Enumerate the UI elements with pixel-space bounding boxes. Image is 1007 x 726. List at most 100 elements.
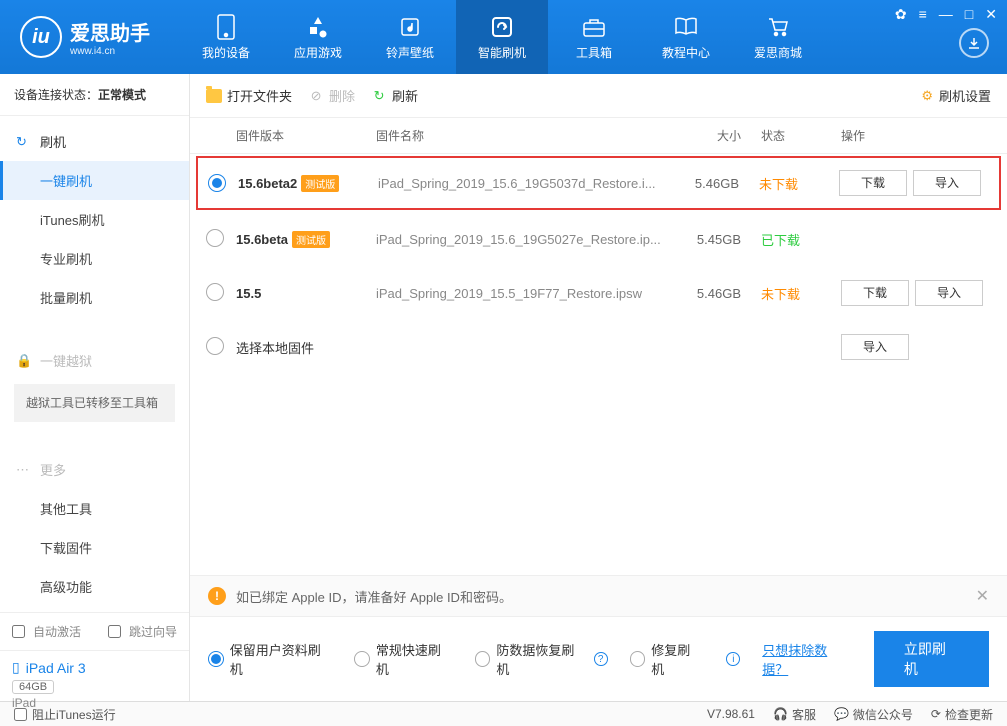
nav-tutorials[interactable]: 教程中心 xyxy=(640,0,732,74)
firmware-size: 5.46GB xyxy=(669,176,739,191)
flash-icon xyxy=(489,14,515,40)
wechat-icon: 💬 xyxy=(834,707,849,721)
refresh-button[interactable]: ↻刷新 xyxy=(371,86,418,105)
sidebar-item-oneclick[interactable]: 一键刷机 xyxy=(0,161,189,200)
main-panel: 打开文件夹 ⊘删除 ↻刷新 ⚙刷机设置 固件版本 固件名称 大小 状态 操作 1… xyxy=(190,74,1007,701)
skin-icon[interactable]: ✿ xyxy=(893,4,909,25)
firmware-version: 15.6beta xyxy=(236,232,288,247)
sidebar-item-other[interactable]: 其他工具 xyxy=(0,489,189,528)
firmware-name: iPad_Spring_2019_15.5_19F77_Restore.ipsw xyxy=(376,286,671,301)
open-folder-button[interactable]: 打开文件夹 xyxy=(206,86,292,105)
sidebar-group-flash[interactable]: ↻刷机 xyxy=(0,122,189,161)
firmware-status: 未下载 xyxy=(739,174,819,193)
flash-settings-button[interactable]: ⚙刷机设置 xyxy=(921,86,991,105)
headset-icon: 🎧 xyxy=(773,707,788,721)
opt-anti-recover[interactable]: 防数据恢复刷机? xyxy=(475,640,608,678)
row-radio[interactable] xyxy=(206,229,224,247)
main-nav: 我的设备 应用游戏 铃声壁纸 智能刷机 工具箱 教程中心 爱思商城 xyxy=(180,0,824,74)
toolbar: 打开文件夹 ⊘删除 ↻刷新 ⚙刷机设置 xyxy=(190,74,1007,118)
table-row[interactable]: 15.6beta 测试版 iPad_Spring_2019_15.6_19G5027… xyxy=(190,212,1007,266)
connection-status: 设备连接状态：正常模式 xyxy=(0,74,189,116)
erase-link[interactable]: 只想抹除数据？ xyxy=(762,640,852,678)
appleid-alert: ! 如已绑定 Apple ID，请准备好 Apple ID和密码。 ✕ xyxy=(190,575,1007,616)
block-itunes-checkbox[interactable] xyxy=(14,708,27,721)
app-name: 爱思助手 xyxy=(70,17,150,46)
app-header: iu 爱思助手 www.i4.cn 我的设备 应用游戏 铃声壁纸 智能刷机 工具… xyxy=(0,0,1007,74)
download-indicator[interactable] xyxy=(959,28,989,58)
download-button[interactable]: 下载 xyxy=(839,170,907,196)
app-site: www.i4.cn xyxy=(70,46,150,57)
device-icon xyxy=(213,14,239,40)
logo-icon: iu xyxy=(20,16,62,58)
sidebar-item-download[interactable]: 下载固件 xyxy=(0,528,189,567)
tablet-icon: ▯ xyxy=(12,659,20,676)
firmware-status: 未下载 xyxy=(741,284,821,303)
sync-icon: ↻ xyxy=(16,134,32,150)
opt-normal[interactable]: 常规快速刷机 xyxy=(354,640,452,678)
sidebar-item-batch[interactable]: 批量刷机 xyxy=(0,278,189,317)
wechat-button[interactable]: 💬微信公众号 xyxy=(834,706,913,723)
beta-badge: 测试版 xyxy=(301,175,339,192)
firmware-size: 5.46GB xyxy=(671,286,741,301)
firmware-table: 15.6beta2 测试版 iPad_Spring_2019_15.6_19G503… xyxy=(190,154,1007,320)
nav-flash[interactable]: 智能刷机 xyxy=(456,0,548,74)
delete-button[interactable]: ⊘删除 xyxy=(308,86,355,105)
support-button[interactable]: 🎧客服 xyxy=(773,706,816,723)
local-radio[interactable] xyxy=(206,337,224,355)
auto-activate-row: 自动激活 跳过向导 xyxy=(0,612,189,650)
cart-icon xyxy=(765,14,791,40)
auto-activate-checkbox[interactable] xyxy=(12,625,25,638)
nav-my-device[interactable]: 我的设备 xyxy=(180,0,272,74)
info-icon[interactable]: i xyxy=(726,652,740,666)
sidebar-item-itunes[interactable]: iTunes刷机 xyxy=(0,200,189,239)
delete-icon: ⊘ xyxy=(308,88,324,104)
nav-store[interactable]: 爱思商城 xyxy=(732,0,824,74)
sidebar-group-more[interactable]: ⋯更多 xyxy=(0,450,189,489)
toolbox-icon xyxy=(581,14,607,40)
gear-icon: ⚙ xyxy=(921,88,933,104)
firmware-version: 15.6beta2 xyxy=(238,176,297,191)
download-button[interactable]: 下载 xyxy=(841,280,909,306)
close-icon[interactable]: ✕ xyxy=(983,4,999,25)
import-button[interactable]: 导入 xyxy=(915,280,983,306)
apps-icon xyxy=(305,14,331,40)
import-button[interactable]: 导入 xyxy=(913,170,981,196)
window-controls: ✿ ≡ — □ ✕ xyxy=(893,4,999,25)
opt-repair[interactable]: 修复刷机 xyxy=(630,640,703,678)
nav-ringtones[interactable]: 铃声壁纸 xyxy=(364,0,456,74)
jailbreak-note: 越狱工具已转移至工具箱 xyxy=(14,384,175,422)
maximize-icon[interactable]: □ xyxy=(963,4,975,25)
flash-now-button[interactable]: 立即刷机 xyxy=(874,631,989,687)
nav-apps[interactable]: 应用游戏 xyxy=(272,0,364,74)
firmware-name: iPad_Spring_2019_15.6_19G5037d_Restore.i… xyxy=(378,176,669,191)
row-radio[interactable] xyxy=(208,174,226,192)
beta-badge: 测试版 xyxy=(292,231,330,248)
table-row[interactable]: 15.6beta2 测试版 iPad_Spring_2019_15.6_19G503… xyxy=(196,156,1001,210)
table-header: 固件版本 固件名称 大小 状态 操作 xyxy=(190,118,1007,154)
firmware-size: 5.45GB xyxy=(671,232,741,247)
version-label: V7.98.61 xyxy=(707,707,755,721)
table-row[interactable]: 15.5 iPad_Spring_2019_15.5_19F77_Restore.… xyxy=(190,266,1007,320)
firmware-version: 15.5 xyxy=(236,286,261,301)
alert-close-icon[interactable]: ✕ xyxy=(976,586,989,606)
nav-toolbox[interactable]: 工具箱 xyxy=(548,0,640,74)
update-icon: ⟳ xyxy=(931,707,941,721)
help-icon[interactable]: ? xyxy=(594,652,608,666)
skip-guide-checkbox[interactable] xyxy=(108,625,121,638)
sidebar-group-jailbreak: 🔒一键越狱 xyxy=(0,341,189,380)
opt-keep-data[interactable]: 保留用户资料刷机 xyxy=(208,640,332,678)
music-icon xyxy=(397,14,423,40)
sidebar-item-pro[interactable]: 专业刷机 xyxy=(0,239,189,278)
firmware-name: iPad_Spring_2019_15.6_19G5027e_Restore.i… xyxy=(376,232,671,247)
folder-icon xyxy=(206,89,222,103)
menu-icon[interactable]: ≡ xyxy=(917,4,929,25)
warning-icon: ! xyxy=(208,587,226,605)
book-icon xyxy=(673,14,699,40)
sidebar-item-advanced[interactable]: 高级功能 xyxy=(0,567,189,606)
check-update-button[interactable]: ⟳检查更新 xyxy=(931,706,993,723)
local-firmware-row: 选择本地固件 导入 xyxy=(190,320,1007,374)
refresh-icon: ↻ xyxy=(371,88,387,104)
row-radio[interactable] xyxy=(206,283,224,301)
minimize-icon[interactable]: — xyxy=(937,4,955,25)
local-import-button[interactable]: 导入 xyxy=(841,334,909,360)
